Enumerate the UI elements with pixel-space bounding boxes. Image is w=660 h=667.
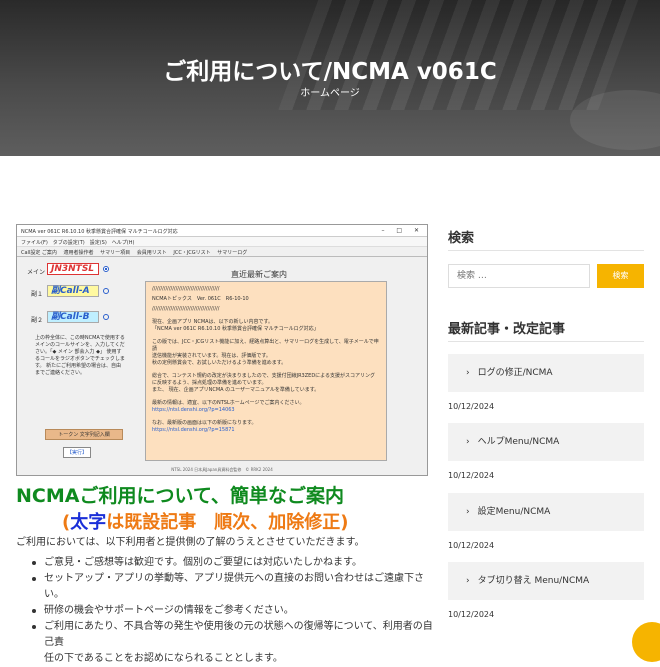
sub2-call-radio-icon <box>103 314 109 320</box>
search-input[interactable] <box>448 264 590 288</box>
page-title: ご利用について/NCMA v061C <box>163 59 497 85</box>
news-link: https://ntsl.denshi.org/?p=14063 <box>152 407 235 413</box>
recent-post-date: 10/12/2024 <box>448 402 495 411</box>
list-item-continuation-text: 任の下であることをお認めになられることとします。 <box>44 653 283 664</box>
search-button[interactable]: 検索 <box>597 264 644 288</box>
app-tab: Call設定 ご案内 <box>21 250 57 256</box>
news-line: NCMAトピックス Ver. 061C R6-10-10 <box>152 296 249 302</box>
article-heading: NCMAご利用について、簡単なご案内 <box>16 485 344 507</box>
recent-post-title: タブ切り替え Menu/NCMA <box>477 576 590 586</box>
window-controls-icon: – □ ✕ <box>381 227 424 234</box>
news-panel: ////////////////////////////////////////… <box>145 281 387 461</box>
app-titlebar: NCMA ver 061C R6.10.10 秋季懸賞合評確保 マルチコールログ… <box>17 225 427 237</box>
search-heading: 検索 <box>448 231 475 246</box>
recent-posts-heading: 最新記事・改定記事 <box>448 322 566 337</box>
chevron-right-icon: › <box>466 507 470 517</box>
sub1-call-field: 副Call-A <box>47 285 99 297</box>
news-link: https://ntsl.denshi.org/?p=15871 <box>152 427 235 433</box>
app-screenshot-image: NCMA ver 061C R6.10.10 秋季懸賞合評確保 マルチコールログ… <box>16 224 428 476</box>
recent-post-date: 10/12/2024 <box>448 541 495 550</box>
divider <box>448 341 644 342</box>
news-line: なお、最新版の画面は以下の新版になります。 <box>152 420 257 426</box>
news-line: 秋の定例懸賞会で、お試しいただけるよう準備を進めます。 <box>152 360 287 366</box>
sub2-call-label: 副２ <box>31 317 44 324</box>
app-window-title: NCMA ver 061C R6.10.10 秋季懸賞合評確保 マルチコールログ… <box>21 229 178 235</box>
scroll-to-top-button[interactable] <box>632 622 660 662</box>
list-item: セットアップ・アプリの挙動等、アプリ提供元への直接のお問い合わせはご遠慮下さい。 <box>28 571 438 603</box>
subheading-text: は既設記事 順次、加除修正 <box>106 512 341 533</box>
chevron-right-icon: › <box>466 576 470 586</box>
chevron-right-icon: › <box>466 368 470 378</box>
news-line: //////////////////////////////////////// <box>152 286 220 292</box>
app-instruction-note: 上の枠全体に、この時NCMAで使用するメインのコールサインを、入力してください。… <box>35 335 125 376</box>
hero-banner: ご利用について/NCMA v061C ホームページ <box>0 0 660 156</box>
article-subheading: (太字は既設記事 順次、加除修正) <box>62 508 348 534</box>
app-tab: サマリーログ <box>217 250 248 256</box>
news-line: この版では、JCC・JCGリスト機能に加え、経路点算出と、サマリーログを生成して… <box>152 339 379 352</box>
news-line: 送信機能が実装されています。現在は、評価版です。 <box>152 353 271 359</box>
app-menubar: ファイル(F) タブの設定(T) 設定(S) ヘルプ(H) <box>17 237 427 247</box>
news-line: //////////////////////////////////////// <box>152 306 220 312</box>
app-tab: サマリー項目 <box>100 250 131 256</box>
news-line: 現在、企画アプリ NCMAは、以下の新しい内容です。 <box>152 319 274 325</box>
sub1-call-radio-icon <box>103 288 109 294</box>
sub1-call-label: 副１ <box>31 291 44 298</box>
subheading-bold-word: 太字 <box>70 512 107 533</box>
run-button: 【実行】 <box>63 447 91 458</box>
chevron-right-icon: › <box>466 437 470 447</box>
list-item-continuation: 任の下であることをお認めになられることとします。 <box>28 651 438 667</box>
list-item: 研修の機会やサポートページの情報をご参考ください。 <box>28 603 438 619</box>
recent-post-title: ログの修正/NCMA <box>477 368 553 378</box>
app-tab: 適用者操作者 <box>63 250 94 256</box>
subheading-paren-open: ( <box>62 512 71 533</box>
recent-post-link[interactable]: › 設定Menu/NCMA <box>448 493 644 531</box>
recent-post-link[interactable]: › タブ切り替え Menu/NCMA <box>448 562 644 600</box>
news-panel-title: 直近最新ご案内 <box>231 270 287 279</box>
recent-post-date: 10/12/2024 <box>448 610 495 619</box>
subheading-paren-close: ) <box>340 512 349 533</box>
main-call-radio-icon <box>103 266 109 272</box>
list-item: ご利用にあたり、不具合等の発生や使用後の元の状態への復帰等について、利用者の自己… <box>28 619 438 651</box>
article-intro: ご利用においては、以下利用者と提供側の了解のうえとさせていただきます。 <box>16 537 365 548</box>
recent-post-link[interactable]: › ヘルプMenu/NCMA <box>448 423 644 461</box>
token-button: トークン 文字列記入欄 <box>45 429 123 440</box>
news-line: 「NCMA ver 061C R6.10.10 秋季懸賞合評確保 マルチコールロ… <box>152 326 319 332</box>
app-tab: 会員用リスト <box>136 250 167 256</box>
recent-post-link[interactable]: › ログの修正/NCMA <box>448 354 644 392</box>
breadcrumb[interactable]: ホームページ <box>0 84 660 99</box>
sub2-call-field: 副Call-B <box>47 311 99 323</box>
app-tabs: Call設定 ご案内 適用者操作者 サマリー項目 会員用リスト JCC・JCGリ… <box>17 247 427 257</box>
news-line: また、 現在、企画アプリNCMA のユーザーマニュアルを準備しています。 <box>152 387 320 393</box>
recent-post-title: ヘルプMenu/NCMA <box>477 437 560 447</box>
terms-list: ご意見・ご感想等は歓迎です。個別のご要望には対応いたしかねます。 セットアップ・… <box>28 555 438 667</box>
list-item: ご意見・ご感想等は歓迎です。個別のご要望には対応いたしかねます。 <box>28 555 438 571</box>
news-line: 最新の情報は、適宜、以下のNTSLホームページでご案内ください。 <box>152 400 305 406</box>
main-call-field: JN3NTSL <box>47 263 99 275</box>
divider <box>448 250 644 251</box>
recent-post-title: 設定Menu/NCMA <box>477 507 551 517</box>
recent-post-date: 10/12/2024 <box>448 471 495 480</box>
app-statusbar: NTSL 2024 日本具Japan具資料会監修 © RRK2 2024 <box>171 467 273 472</box>
news-line: 総合で、コンテスト規約の改定が決まりましたので、支援付団線JR3ZEDによる支援… <box>152 373 376 386</box>
app-tab: JCC・JCGリスト <box>173 250 211 256</box>
main-call-label: メイン <box>27 269 46 276</box>
